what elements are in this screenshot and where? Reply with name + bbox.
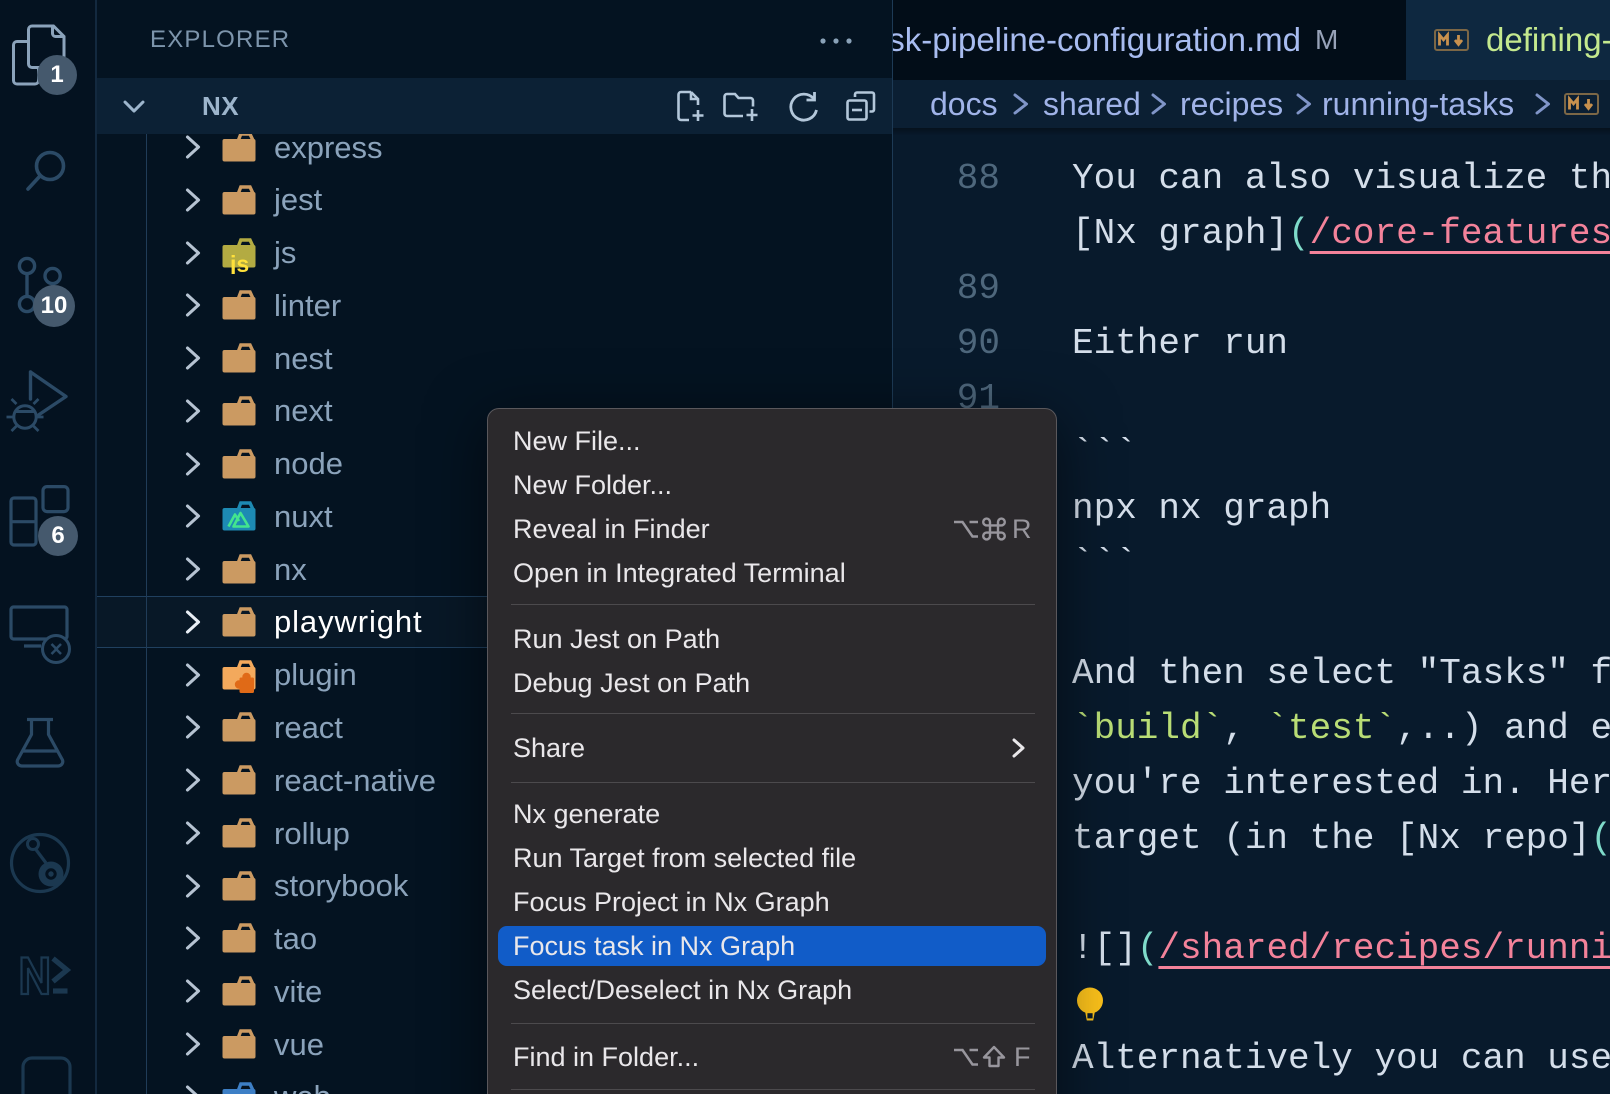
svg-text:js: js	[229, 251, 249, 274]
